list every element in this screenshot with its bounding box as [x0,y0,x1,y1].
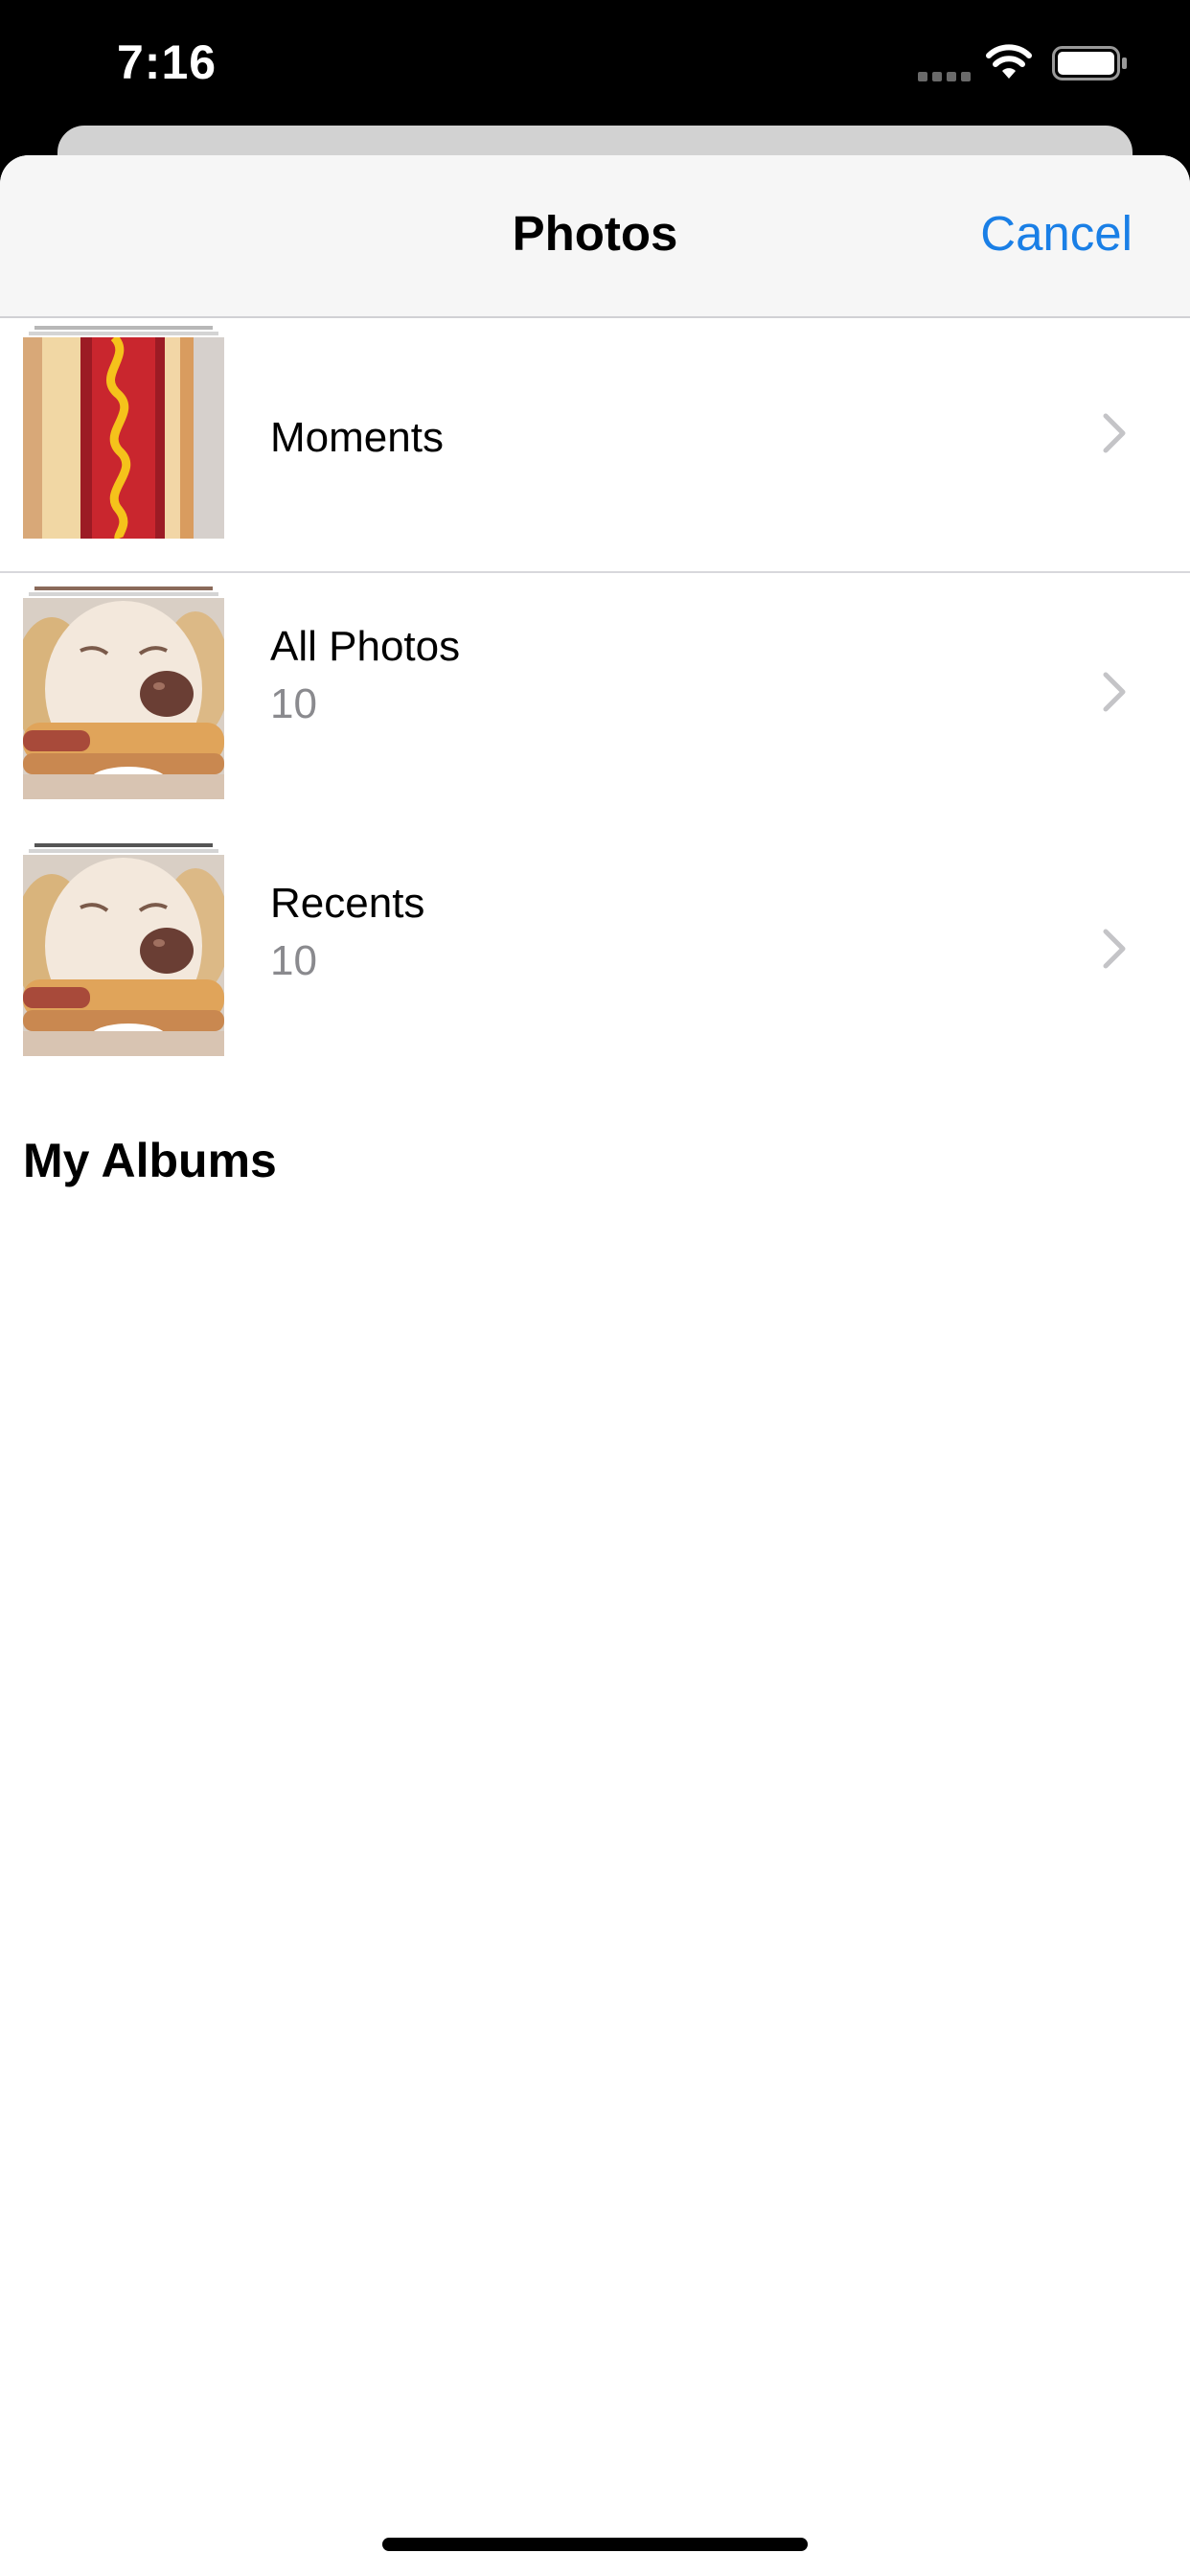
cancel-button[interactable]: Cancel [980,205,1133,262]
navigation-bar: Photos Cancel [0,155,1190,318]
album-thumbnail [23,843,224,1056]
chevron-right-icon [1103,413,1126,453]
album-thumbnail [23,326,224,539]
album-row-all-photos[interactable]: All Photos 10 [0,586,1190,816]
dog-with-hot-dog-photo [23,598,224,799]
album-title: Moments [270,414,444,461]
photo-picker-sheet: Photos Cancel Moments All Photos 10 Rece… [0,155,1190,2576]
status-bar: 7:16 [0,0,1190,134]
signal-icon [918,72,971,81]
album-row-recents[interactable]: Recents 10 [0,843,1190,1073]
battery-icon [1052,46,1127,80]
album-title: Recents [270,880,425,927]
status-time: 7:16 [117,35,217,89]
album-count: 10 [270,680,317,727]
album-count: 10 [270,937,317,984]
row-divider [0,571,1190,573]
screen: 7:16 Photos Cancel Moments All Photos 10… [0,0,1190,2576]
stack-edge [34,326,213,330]
stack-edge [29,332,218,335]
hot-dog-photo [23,337,224,539]
album-title: All Photos [270,623,461,670]
section-header-my-albums: My Albums [23,1134,277,1187]
chevron-right-icon [1103,672,1126,712]
dog-with-hot-dog-photo [23,855,224,1056]
chevron-right-icon [1103,929,1126,969]
album-row-moments[interactable]: Moments [0,318,1190,548]
home-indicator[interactable] [382,2538,808,2551]
stack-edge [29,592,218,596]
stack-edge [34,843,213,847]
stack-edge [34,586,213,590]
wifi-icon [986,44,1032,79]
stack-edge [29,849,218,853]
album-thumbnail [23,586,224,799]
